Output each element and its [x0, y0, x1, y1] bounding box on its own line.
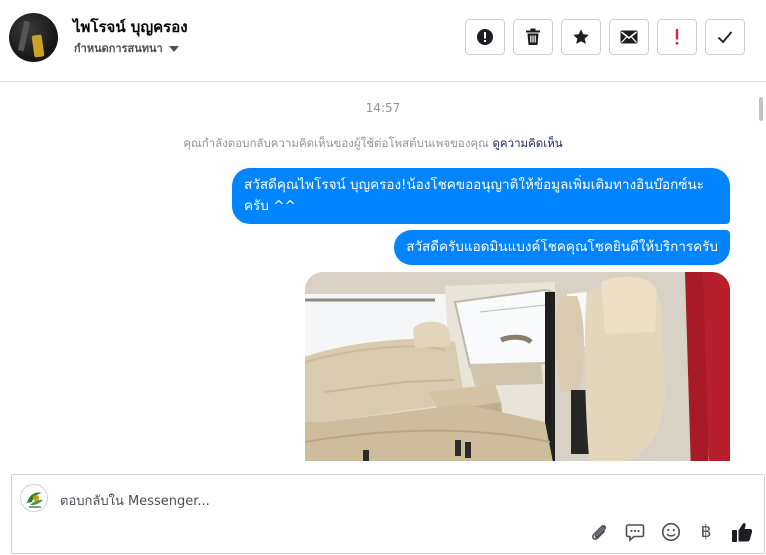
- view-comment-link[interactable]: ดูความคิดเห็น: [492, 136, 562, 150]
- reply-input[interactable]: ตอบกลับใน Messenger...: [60, 490, 210, 511]
- reply-context-note: คุณกำลังตอบกลับความคิดเห็นของผู้ใช้ต่อโพ…: [0, 135, 746, 153]
- caret-down-icon: [168, 45, 179, 52]
- mark-unread-button[interactable]: [609, 19, 649, 55]
- thumbs-up-icon: [732, 523, 753, 542]
- page-avatar: [20, 484, 48, 512]
- emoji-button[interactable]: [660, 521, 682, 543]
- star-button[interactable]: [561, 19, 601, 55]
- message-bubble[interactable]: สวัสดีครับแอดมินแบงค์โชคคุณโชคยินดีให้บร…: [394, 230, 730, 265]
- page-logo-icon: [22, 486, 47, 511]
- contact-name[interactable]: ไพโรจน์ บุญครอง: [73, 15, 188, 39]
- car-interior-image: [305, 272, 730, 461]
- alert-circle-icon: [477, 29, 493, 45]
- reply-composer[interactable]: ตอบกลับใน Messenger... ฿: [11, 474, 765, 554]
- assign-label: กำหนดการสนทนา: [74, 42, 163, 55]
- reply-context-text: คุณกำลังตอบกลับความคิดเห็นของผู้ใช้ต่อโพ…: [183, 136, 489, 150]
- car-rear-seat-photo[interactable]: [305, 272, 730, 461]
- trash-icon: [526, 28, 540, 45]
- attach-button[interactable]: [588, 521, 610, 543]
- delete-button[interactable]: [513, 19, 553, 55]
- exclamation-icon: [675, 29, 679, 45]
- paperclip-icon: [592, 525, 607, 540]
- baht-icon: ฿: [700, 522, 712, 542]
- contact-avatar[interactable]: [9, 13, 58, 62]
- conversation-header: ไพโรจน์ บุญครอง กำหนดการสนทนา: [0, 0, 766, 82]
- thumbs-up-button[interactable]: [731, 521, 753, 543]
- payment-button[interactable]: ฿: [695, 521, 717, 543]
- saved-reply-icon: [625, 524, 645, 542]
- mark-done-button[interactable]: [705, 19, 745, 55]
- assign-conversation-dropdown[interactable]: กำหนดการสนทนา: [74, 39, 179, 57]
- message-timestamp: 14:57: [365, 101, 401, 115]
- star-icon: [573, 29, 589, 44]
- envelope-icon: [620, 30, 638, 44]
- message-thread[interactable]: 14:57 คุณกำลังตอบกลับความคิดเห็นของผู้ใช…: [0, 83, 766, 461]
- spam-button[interactable]: [465, 19, 505, 55]
- message-bubble[interactable]: สวัสดีคุณไพโรจน์ บุญครอง!น้องโชคขออนุญาต…: [232, 168, 730, 224]
- saved-replies-button[interactable]: [624, 521, 646, 543]
- emoji-icon: [661, 522, 681, 542]
- follow-up-button[interactable]: [657, 19, 697, 55]
- check-icon: [717, 31, 733, 44]
